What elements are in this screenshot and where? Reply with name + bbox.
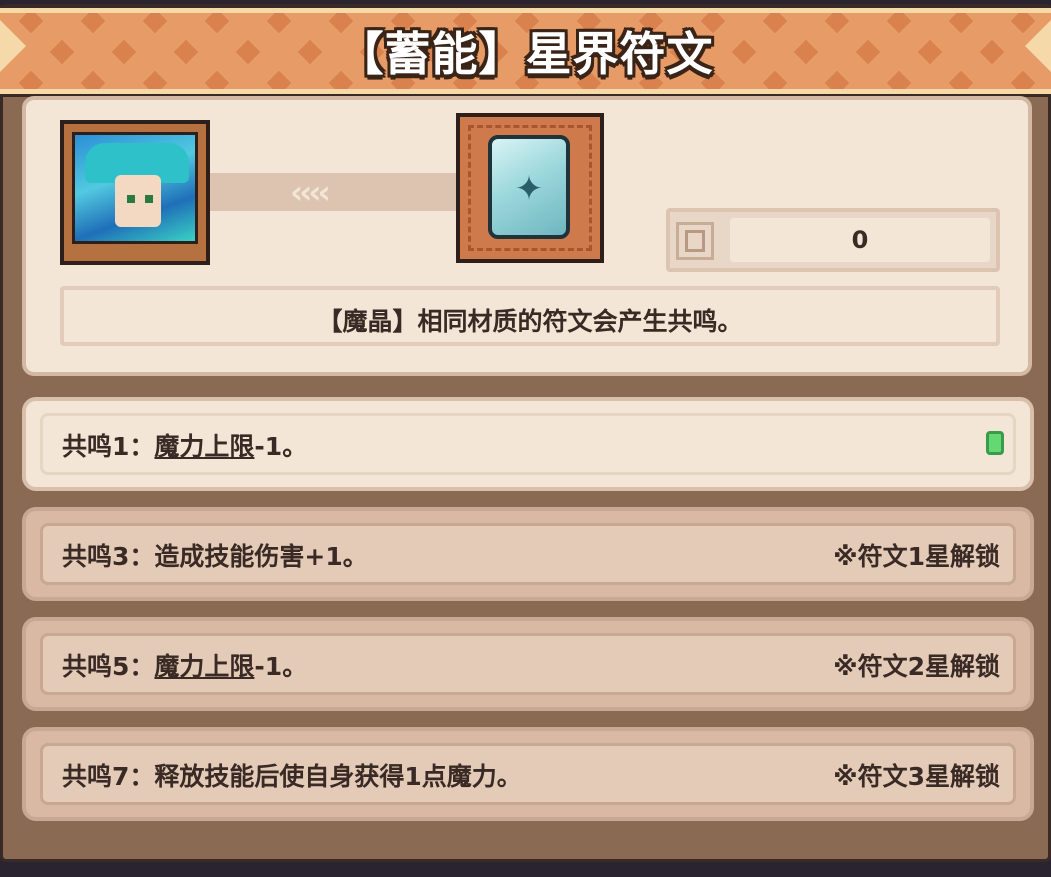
rune-crystal-icon: ✦ xyxy=(488,135,570,239)
inventory-glyph-icon xyxy=(685,230,705,252)
resonance-label: 共鸣5：魔力上限-1。 xyxy=(62,647,307,683)
inventory-icon xyxy=(676,222,714,260)
resonance-row[interactable]: 共鸣3：造成技能伤害+1。 ※符文1星解锁 xyxy=(22,507,1034,601)
arrows-left-icon: ‹‹‹‹ xyxy=(290,173,331,211)
rune-description-box: 【魔晶】相同材质的符文会产生共鸣。 xyxy=(60,286,1000,346)
mana-cap-link[interactable]: 魔力上限 xyxy=(154,432,254,461)
unlock-requirement: ※符文1星解锁 xyxy=(833,542,1000,571)
hero-eye-right xyxy=(145,195,153,203)
hero-portrait-image xyxy=(72,132,198,244)
resonance-label: 共鸣1：魔力上限-1。 xyxy=(62,427,307,463)
resonance-prefix: 共鸣7： xyxy=(62,762,155,791)
resonance-label: 共鸣3：造成技能伤害+1。 xyxy=(62,537,368,573)
resonance-effect: -1。 xyxy=(254,652,308,681)
mana-cap-link[interactable]: 魔力上限 xyxy=(154,652,254,681)
counter-value: 0 xyxy=(851,226,869,254)
resonance-prefix: 共鸣5： xyxy=(62,652,155,681)
resonance-row[interactable]: 共鸣5：魔力上限-1。 ※符文2星解锁 xyxy=(22,617,1034,711)
resonance-prefix: 共鸣1： xyxy=(62,432,155,461)
hero-face xyxy=(115,175,161,227)
resonance-prefix: 共鸣3： xyxy=(62,542,155,571)
resonance-row[interactable]: 共鸣1：魔力上限-1。 xyxy=(22,397,1034,491)
hero-eye-left xyxy=(127,195,135,203)
resonance-effect: 释放技能后使自身获得1点魔力。 xyxy=(154,762,522,791)
resonance-label: 共鸣7：释放技能后使自身获得1点魔力。 xyxy=(62,757,522,793)
resonance-effect: 造成技能伤害+1。 xyxy=(154,542,368,571)
resonance-effect: -1。 xyxy=(254,432,308,461)
resonance-row[interactable]: 共鸣7：释放技能后使自身获得1点魔力。 ※符文3星解锁 xyxy=(22,727,1034,821)
equip-connector xyxy=(210,173,460,211)
hero-portrait[interactable] xyxy=(60,120,210,265)
star-rune-glyph-icon: ✦ xyxy=(514,169,544,209)
active-gem-icon xyxy=(986,431,1004,455)
rune-description: 【魔晶】相同材质的符文会产生共鸣。 xyxy=(317,307,743,336)
unlock-requirement: ※符文3星解锁 xyxy=(833,762,1000,791)
page-title: 【蓄能】星界符文 xyxy=(337,27,714,81)
unlock-requirement: ※符文2星解锁 xyxy=(833,652,1000,681)
